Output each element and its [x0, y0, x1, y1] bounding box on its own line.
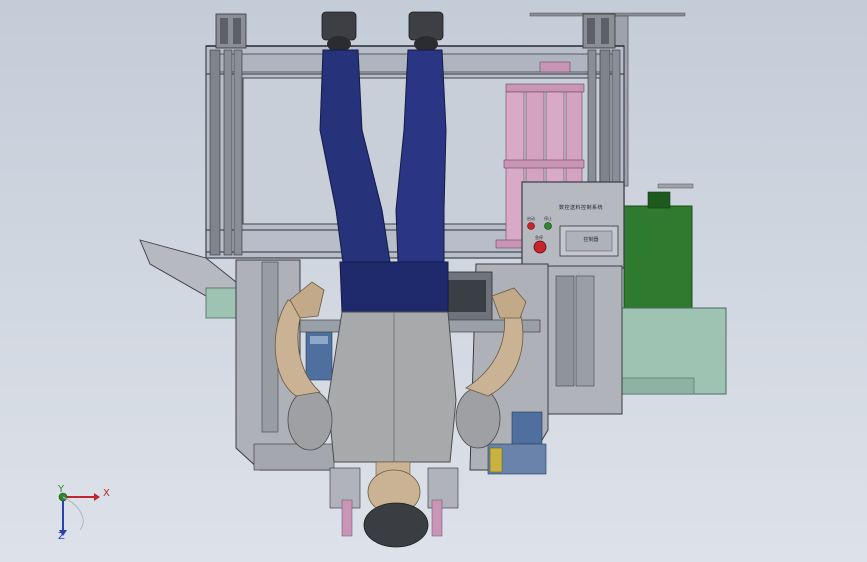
emergency-stop-label: 急停	[535, 235, 543, 240]
z-axis-label: Z	[58, 531, 65, 542]
stop-button[interactable]	[544, 222, 552, 230]
axis-triad	[58, 492, 100, 536]
start-button[interactable]	[527, 222, 535, 230]
x-axis-label: X	[103, 488, 110, 499]
start-button-label: 启动	[527, 216, 535, 221]
y-axis-label: Y	[58, 484, 65, 495]
left-shoe	[321, 11, 357, 41]
top-right-bracket	[582, 13, 616, 49]
stop-button-label: 停止	[544, 216, 552, 221]
green-motor-box	[623, 191, 693, 311]
control-panel	[521, 181, 625, 269]
control-panel-display: 控制器	[583, 237, 599, 243]
emergency-stop-button[interactable]	[533, 240, 547, 254]
machine-scene	[58, 11, 727, 548]
mint-base	[619, 307, 727, 395]
control-panel-title: 数控送料控制系统	[558, 205, 603, 211]
top-left-bracket	[215, 13, 247, 49]
right-shoe	[408, 11, 444, 41]
cad-viewport[interactable]: 数控送料控制系统 控制器 启动 停止 急停 X Y Z	[0, 0, 867, 562]
